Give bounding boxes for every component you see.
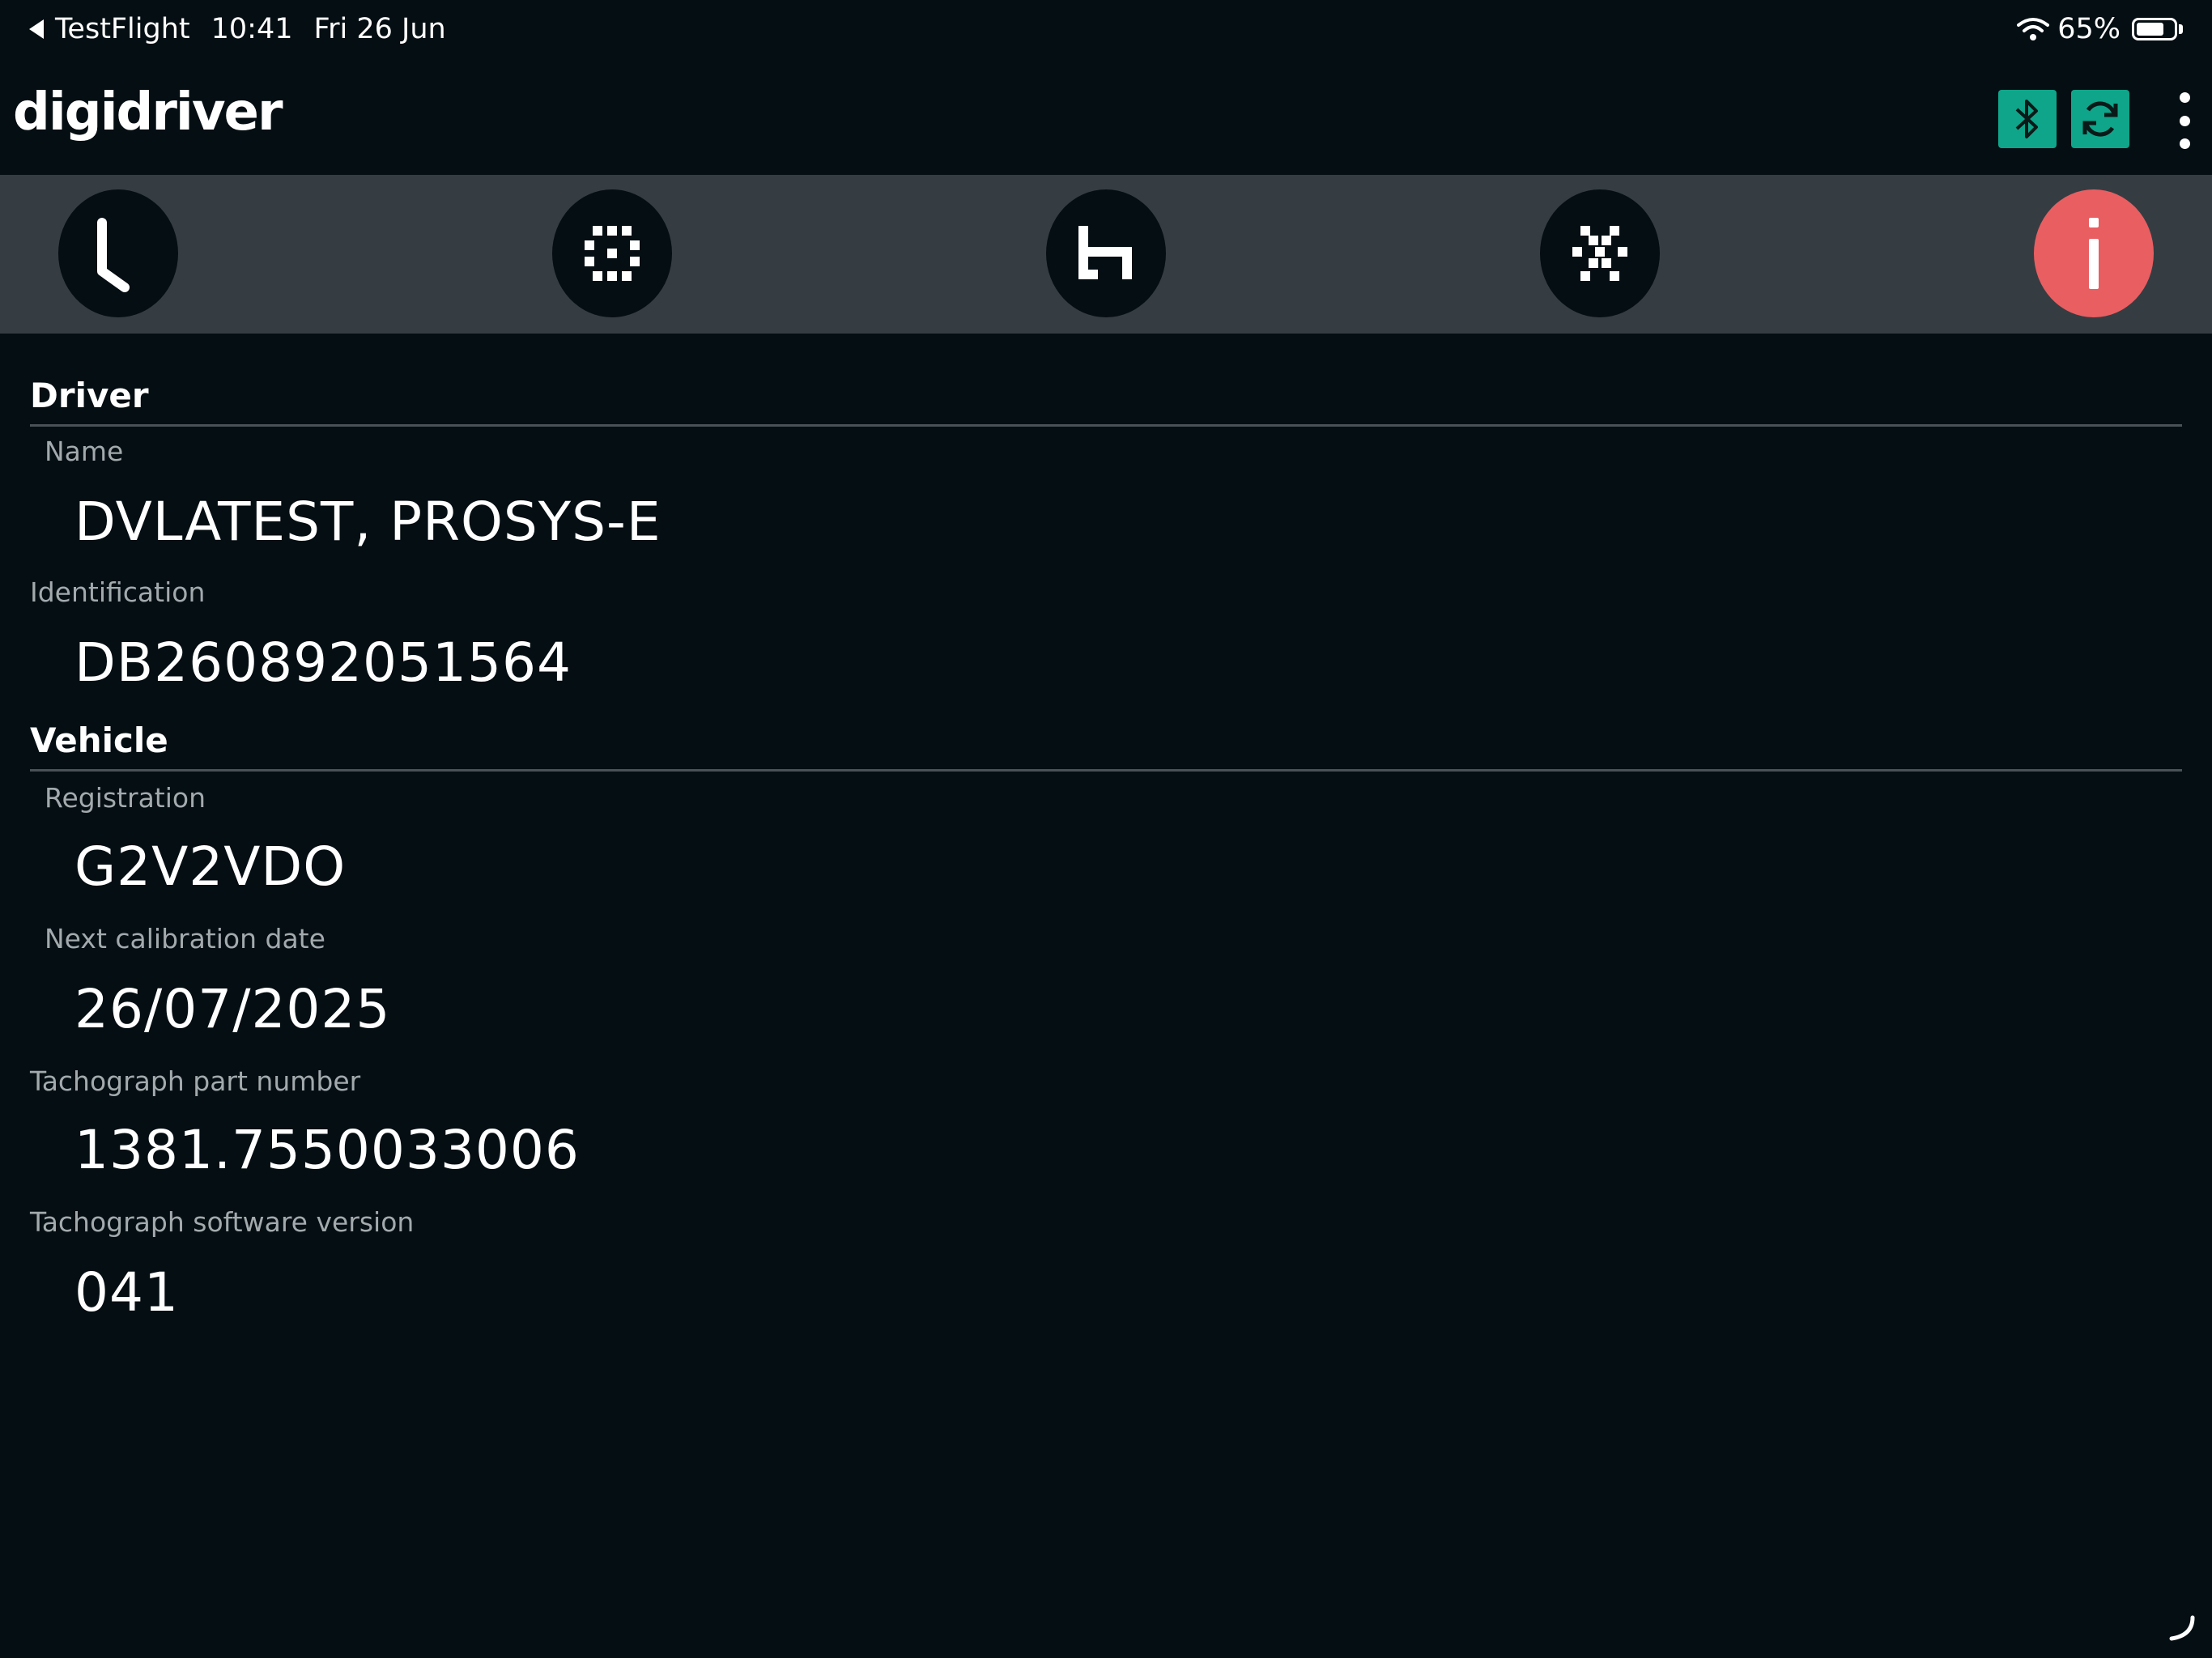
back-arrow-icon[interactable] [29, 19, 44, 39]
software-version-value: 041 [74, 1261, 179, 1324]
card-icon [585, 226, 640, 281]
registration-value: G2V2VDO [74, 835, 347, 898]
tab-info[interactable] [2034, 189, 2154, 317]
app-logo: digidriver [13, 83, 283, 142]
name-value: DVLATEST, PROSYS-E [74, 491, 661, 553]
wifi-icon [2017, 18, 2050, 40]
tab-rest[interactable] [1046, 189, 1166, 317]
sync-icon [2082, 101, 2118, 137]
sync-button[interactable] [2071, 90, 2129, 148]
battery-icon [2132, 18, 2177, 40]
more-options-button[interactable] [2175, 92, 2194, 149]
bed-icon [1078, 226, 1132, 279]
vehicle-section-title: Vehicle [30, 721, 168, 760]
tab-work[interactable] [1540, 189, 1660, 317]
driver-divider [30, 424, 2182, 427]
tab-clock[interactable] [58, 189, 178, 317]
status-date: Fri 26 Jun [313, 13, 446, 45]
back-app-label[interactable]: TestFlight [55, 13, 190, 45]
registration-label: Registration [45, 782, 206, 814]
battery-percent: 65% [2057, 13, 2121, 45]
calibration-value: 26/07/2025 [74, 978, 391, 1040]
status-time: 10:41 [211, 13, 293, 45]
bluetooth-button[interactable] [1998, 90, 2057, 148]
status-right: 65% [2017, 13, 2183, 45]
clock-icon [97, 218, 130, 292]
identification-label: Identification [30, 576, 206, 608]
name-label: Name [45, 436, 124, 467]
software-version-label: Tachograph software version [30, 1206, 415, 1238]
battery-tip [2179, 24, 2183, 34]
status-bar: TestFlight 10:41 Fri 26 Jun 65% [0, 0, 2212, 63]
tab-card[interactable] [552, 189, 672, 317]
driver-section-title: Driver [30, 376, 149, 415]
more-dot [2179, 138, 2190, 149]
status-left[interactable]: TestFlight 10:41 Fri 26 Jun [29, 13, 467, 45]
vehicle-divider [30, 769, 2182, 772]
hammer-icon [1572, 226, 1627, 281]
app-header: digidriver [0, 63, 2212, 175]
identification-value: DB260892051564 [74, 631, 572, 694]
part-number-value: 1381.7550033006 [74, 1119, 580, 1181]
info-icon [2089, 218, 2099, 289]
more-dot [2179, 92, 2190, 103]
nav-bar [0, 175, 2212, 334]
more-dot [2179, 115, 2190, 126]
part-number-label: Tachograph part number [30, 1065, 361, 1097]
loading-arc-icon [2169, 1615, 2195, 1641]
calibration-label: Next calibration date [45, 923, 325, 954]
bluetooth-icon [2015, 100, 2038, 138]
